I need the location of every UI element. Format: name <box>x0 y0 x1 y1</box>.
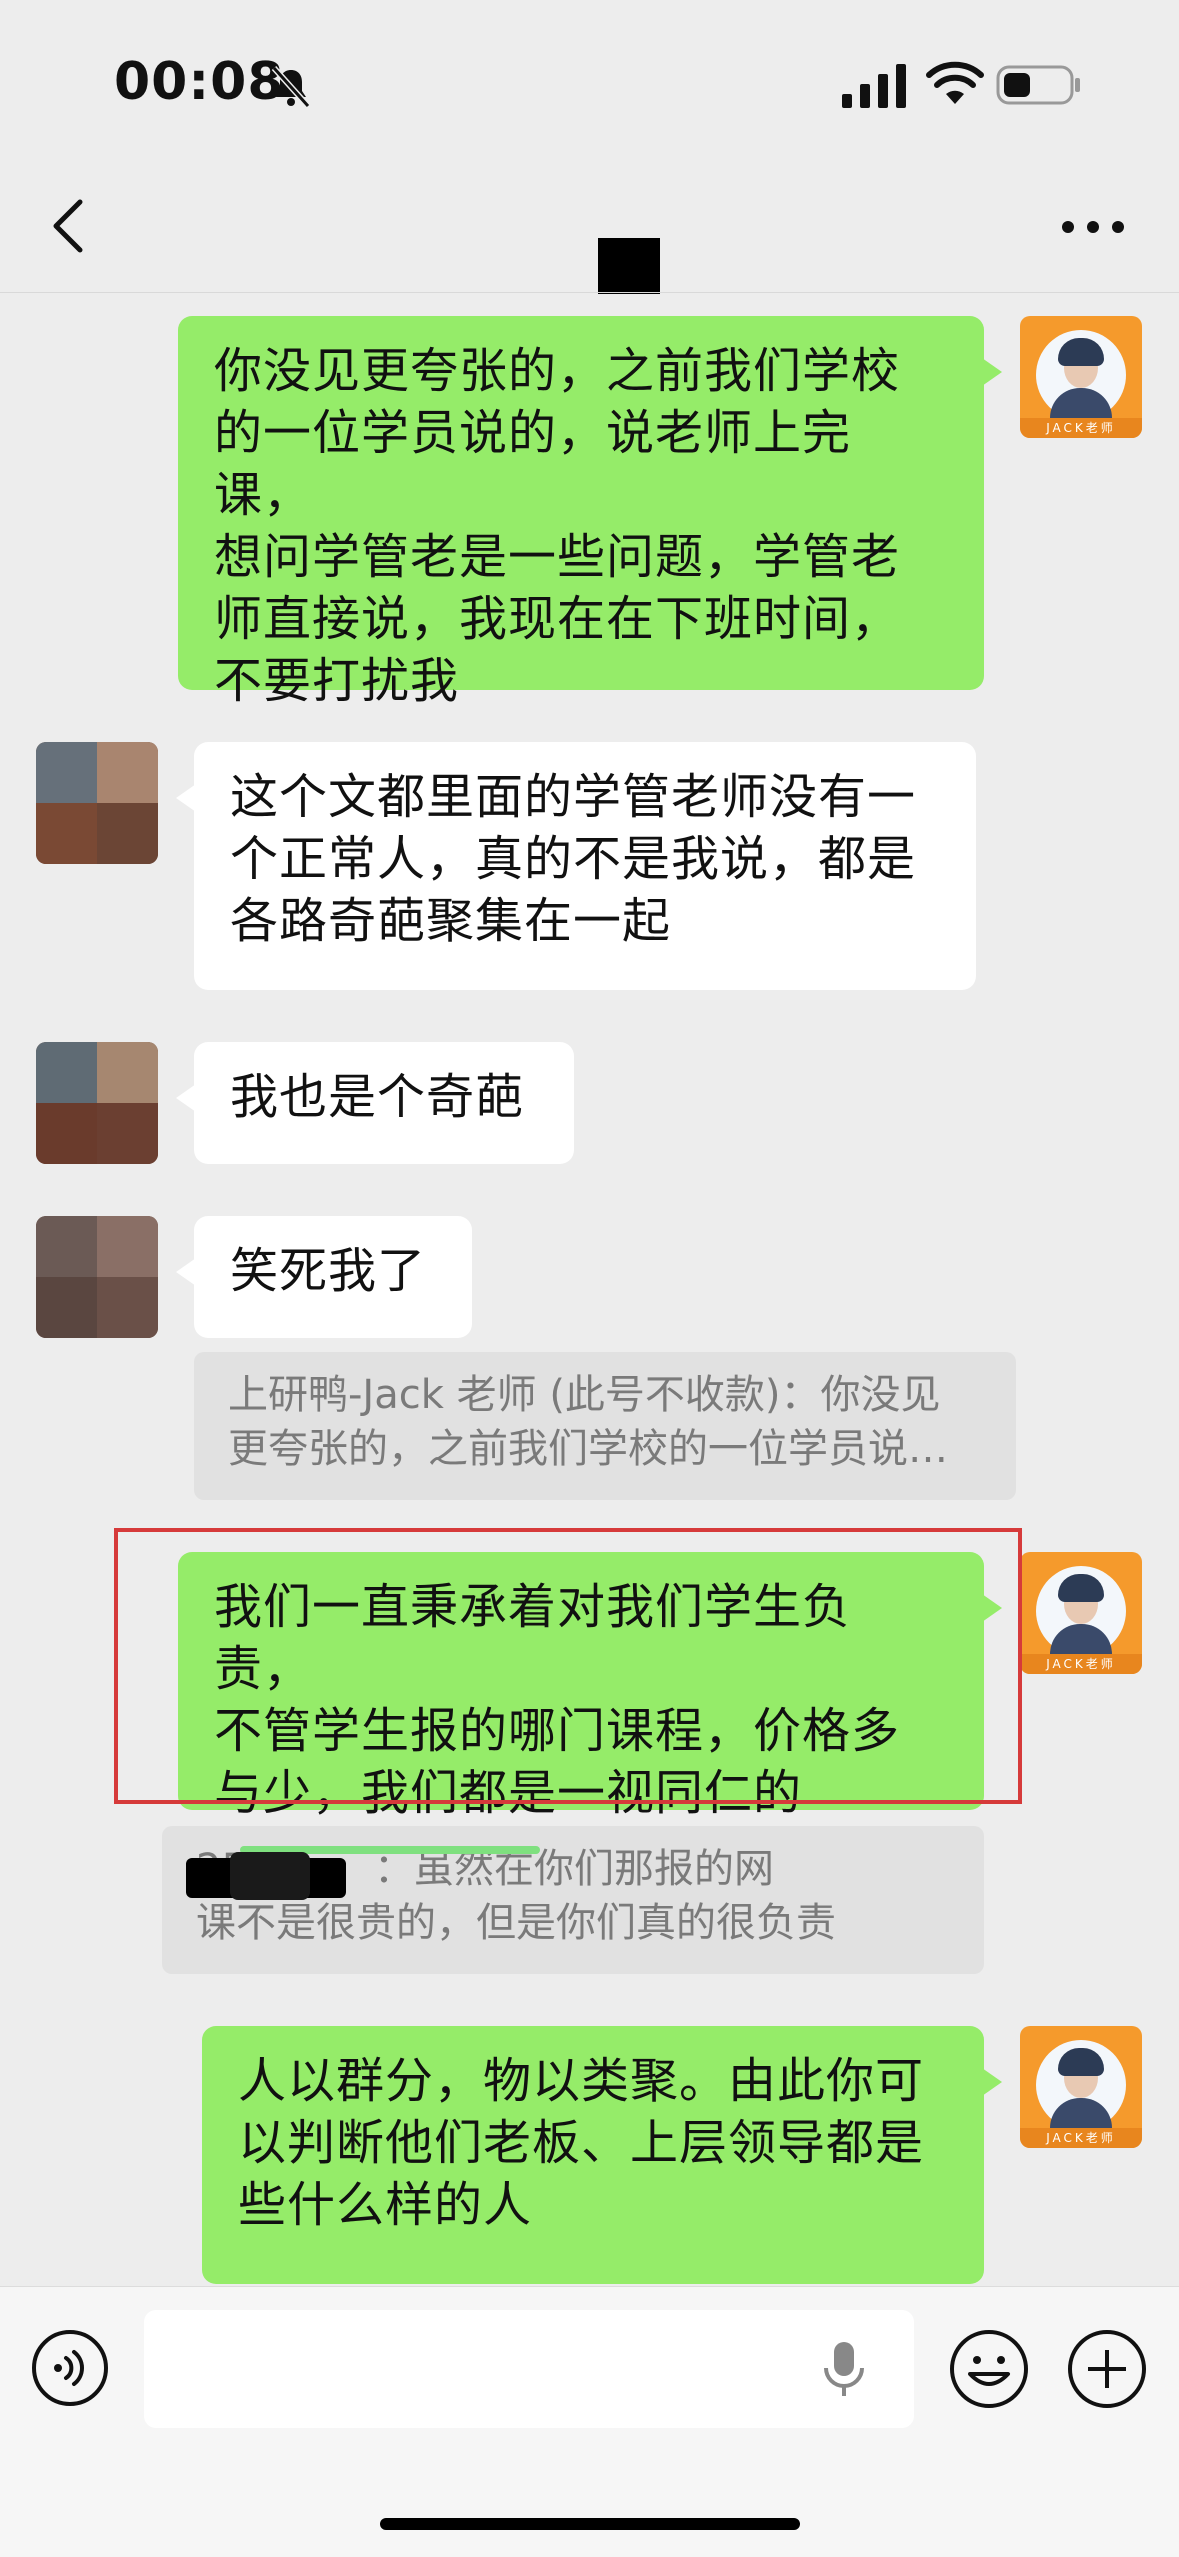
nav-divider <box>0 292 1179 293</box>
redaction-mark <box>230 1852 310 1900</box>
message-bubble-sent[interactable]: 你没见更夸张的，之前我们学校 的一位学员说的，说老师上完课， 想问学管老是一些问… <box>178 316 1002 709</box>
voice-toggle-icon[interactable] <box>30 2328 110 2408</box>
avatar[interactable]: JACK老师 <box>1020 2026 1142 2148</box>
home-indicator <box>380 2518 800 2530</box>
message-bubble-received[interactable]: 我也是个奇葩 <box>176 1042 574 1164</box>
battery-icon <box>996 65 1080 105</box>
back-chevron-icon[interactable] <box>48 196 88 256</box>
signal-icon <box>842 64 906 108</box>
quoted-message[interactable]: 上研鸭-Jack 老师 (此号不收款)：你没见 更夸张的，之前我们学校的一位学员… <box>194 1352 1016 1500</box>
avatar[interactable] <box>36 1216 158 1338</box>
message-bubble-sent[interactable]: 人以群分，物以类聚。由此你可 以判断他们老板、上层领导都是 些什么样的人 <box>202 2026 1002 2284</box>
emoji-icon[interactable] <box>948 2328 1030 2410</box>
microphone-icon[interactable] <box>822 2340 866 2400</box>
avatar[interactable] <box>36 1042 158 1164</box>
mute-bell-icon <box>271 65 311 109</box>
avatar[interactable] <box>36 742 158 864</box>
message-bubble-received[interactable]: 这个文都里面的学管老师没有一 个正常人，真的不是我说，都是 各路奇葩聚集在一起 <box>176 742 976 990</box>
wifi-icon <box>926 61 984 104</box>
message-input[interactable] <box>144 2310 914 2428</box>
highlight-box <box>114 1528 1022 1804</box>
avatar[interactable]: JACK老师 <box>1020 1552 1142 1674</box>
more-options-icon[interactable] <box>1060 212 1126 242</box>
chat-title-redacted <box>598 238 660 294</box>
status-time: 00:08 <box>114 52 285 112</box>
avatar[interactable]: JACK老师 <box>1020 316 1142 438</box>
message-bubble-received[interactable]: 笑死我了 <box>176 1216 472 1338</box>
plus-icon[interactable] <box>1066 2328 1148 2410</box>
